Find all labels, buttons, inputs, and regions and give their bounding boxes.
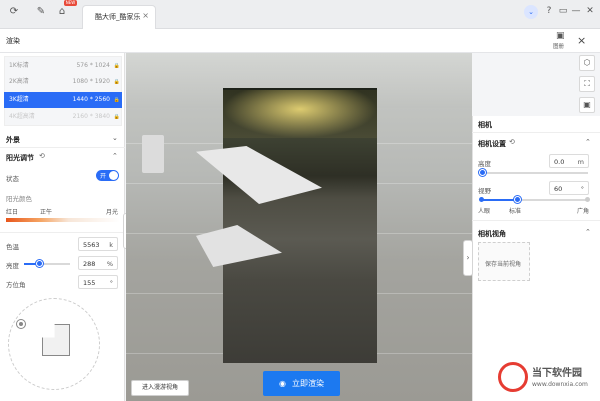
reset-icon[interactable]: ⟲	[509, 138, 515, 146]
page-title: 渲染	[6, 37, 20, 45]
tab-main[interactable]: 酷大师_酷家乐 ×	[82, 5, 156, 29]
city-lights	[223, 90, 377, 138]
gallery-icon[interactable]: ▣	[556, 31, 565, 41]
fov-slider[interactable]	[479, 196, 590, 203]
restore-icon[interactable]: ▭	[556, 4, 570, 18]
watermark-text: 当下软件园	[532, 368, 582, 379]
toggle-label: 开	[100, 173, 107, 180]
lock-icon: 🔒	[113, 114, 120, 120]
expand-icon[interactable]: ⌄	[524, 5, 538, 19]
azimuth-input[interactable]: 155 °	[78, 275, 118, 289]
render-preview-frame	[223, 88, 377, 363]
divider	[0, 147, 125, 148]
watermark: 当下软件园 www.downxia.com	[498, 362, 598, 394]
gallery-label[interactable]: 图册	[553, 42, 564, 50]
chevron-up-icon[interactable]: ⌃	[585, 138, 591, 146]
status-toggle[interactable]: 开	[96, 170, 119, 181]
right-collapse-handle[interactable]: ›	[463, 240, 473, 276]
fov-mark	[479, 197, 484, 202]
fov-mark-label-eye: 人眼	[478, 208, 491, 215]
pin-icon[interactable]: ✎	[34, 5, 48, 19]
sun-color-label: 阳光颜色	[6, 195, 32, 203]
brightness-slider[interactable]	[24, 260, 70, 267]
render-now-button[interactable]: ◉ 立即渲染	[263, 371, 340, 396]
fov-mark	[585, 197, 590, 202]
resolution-option-disabled: 4K超高清 2160 * 3840 🔒	[4, 109, 122, 125]
toggle-knob	[109, 171, 118, 180]
close-panel-icon[interactable]: ×	[577, 34, 586, 47]
fullscreen-icon[interactable]: ⛶	[579, 76, 595, 92]
fov-mark-label-wide: 广角	[577, 208, 590, 215]
height-knob[interactable]	[479, 169, 486, 176]
frame-icon[interactable]: ▣	[579, 97, 595, 113]
height-input[interactable]: 0.0 m	[549, 154, 589, 168]
fov-knob[interactable]	[514, 196, 521, 203]
shop-icon[interactable]: ⌂	[55, 5, 69, 19]
close-window-icon[interactable]: ✕	[583, 4, 597, 18]
scale-label-moon: 月光	[106, 209, 119, 216]
tab-close-icon[interactable]: ×	[142, 11, 149, 20]
sunlight-section-title[interactable]: 阳光调节	[6, 153, 34, 163]
refresh-icon[interactable]: ⟳	[7, 5, 21, 19]
divider	[472, 220, 600, 221]
fov-label: 视野	[478, 187, 491, 195]
watermark-url: www.downxia.com	[532, 381, 588, 388]
new-badge: NEW	[64, 0, 77, 6]
resolution-option[interactable]: 1K标清 576 * 1024 🔒	[4, 58, 122, 74]
lock-icon: 🔒	[113, 97, 120, 103]
cube-view-icon[interactable]: ⬡	[579, 55, 595, 71]
brightness-input[interactable]: 288 %	[78, 256, 118, 270]
render-header	[0, 29, 600, 53]
watermark-logo	[498, 362, 528, 392]
lock-icon: 🔒	[113, 63, 120, 69]
divider	[0, 232, 125, 233]
fov-select[interactable]: 60 °	[549, 181, 589, 195]
camera-view-title[interactable]: 相机视角	[478, 229, 506, 239]
roam-view-button[interactable]: 进入漫游视角	[131, 380, 189, 396]
fov-fill	[480, 199, 516, 201]
color-temp-label: 色温	[6, 243, 19, 251]
color-temp-input[interactable]: 5563 k	[78, 237, 118, 251]
reset-icon[interactable]: ⟲	[39, 152, 45, 160]
help-icon[interactable]: ?	[542, 4, 556, 18]
camera-icon: ◉	[279, 379, 286, 388]
height-slider[interactable]	[479, 169, 588, 176]
chevron-up-icon[interactable]: ⌃	[585, 228, 591, 236]
scale-label-noon: 正午	[40, 209, 53, 216]
resolution-option[interactable]: 2K高清 1080 * 1920 🔒	[4, 74, 122, 90]
brightness-knob[interactable]	[35, 260, 43, 267]
scale-label-red-sun: 红日	[6, 209, 19, 216]
save-view-button[interactable]: 保存当前视角	[478, 242, 530, 281]
resolution-option-selected[interactable]: 3K超清 1440 * 2560 🔒	[4, 92, 122, 108]
chevron-down-icon[interactable]: ⌄	[112, 134, 118, 142]
tab-title: 酷大师_酷家乐	[95, 13, 141, 21]
sun-position-handle[interactable]	[16, 319, 26, 329]
chevron-up-icon[interactable]: ⌃	[112, 152, 118, 160]
save-view-label: 保存当前视角	[485, 261, 522, 268]
view-tools: ⬡ ⛶ ▣	[576, 55, 596, 115]
post	[142, 135, 164, 173]
height-label: 高度	[478, 160, 491, 168]
divider	[472, 132, 600, 133]
brightness-label: 亮度	[6, 262, 19, 270]
lock-icon: 🔒	[113, 79, 120, 85]
camera-title: 相机	[478, 121, 492, 129]
exterior-section-title[interactable]: 外景	[6, 135, 20, 145]
camera-settings-title[interactable]: 相机设置	[478, 139, 506, 149]
azimuth-label: 方位角	[6, 281, 26, 289]
sun-color-slider[interactable]	[6, 218, 120, 222]
minimize-icon[interactable]: —	[569, 4, 583, 18]
status-label: 状态	[6, 175, 19, 183]
fov-mark-label-standard: 标准	[509, 208, 522, 215]
